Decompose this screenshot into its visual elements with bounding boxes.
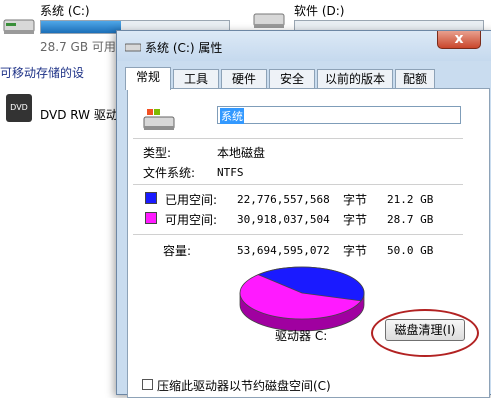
type-label: 类型: bbox=[143, 146, 172, 160]
properties-dialog: 系统 (C:) 属性 x 常规 工具 硬件 安全 以前的版本 配额 系统 类型:… bbox=[116, 30, 491, 398]
divider bbox=[133, 138, 463, 139]
drive-d-item[interactable]: 软件 (D:) bbox=[250, 0, 491, 34]
capacity-label: 容量: bbox=[163, 244, 192, 258]
tab-quota[interactable]: 配额 bbox=[395, 69, 435, 89]
drive-d-name: 软件 (D:) bbox=[294, 4, 345, 18]
compress-checkbox[interactable] bbox=[142, 379, 153, 390]
dvd-drive-icon: DVD bbox=[6, 94, 32, 122]
free-space-unit: 字节 bbox=[343, 213, 368, 227]
highlight-annotation bbox=[371, 309, 479, 357]
filesystem-value: NTFS bbox=[217, 166, 244, 179]
volume-name-input[interactable]: 系统 bbox=[217, 106, 461, 124]
tab-tools[interactable]: 工具 bbox=[173, 69, 219, 89]
drive-c-usage-fill bbox=[41, 21, 121, 33]
used-space-unit: 字节 bbox=[343, 193, 368, 207]
compress-checkbox-label: 压缩此驱动器以节约磁盘空间(C) bbox=[157, 379, 331, 393]
used-space-label: 已用空间: bbox=[165, 193, 218, 207]
drive-letter-label: 驱动器 C: bbox=[275, 329, 328, 343]
close-button[interactable]: x bbox=[437, 31, 481, 49]
dvd-drive-label: DVD RW 驱动 bbox=[40, 108, 118, 122]
drive-c-name: 系统 (C:) bbox=[40, 4, 90, 18]
volume-name-value: 系统 bbox=[220, 108, 244, 124]
used-space-size: 21.2 GB bbox=[387, 193, 434, 206]
filesystem-label: 文件系统: bbox=[143, 166, 196, 180]
tab-previous-versions[interactable]: 以前的版本 bbox=[317, 69, 393, 89]
free-space-size: 28.7 GB bbox=[387, 213, 434, 226]
tab-security[interactable]: 安全 bbox=[269, 69, 315, 89]
divider bbox=[133, 234, 463, 235]
free-space-bytes: 30,918,037,504 bbox=[237, 213, 330, 226]
dvd-icon-text: DVD bbox=[10, 103, 28, 112]
tab-general[interactable]: 常规 bbox=[125, 67, 171, 90]
drive-large-icon bbox=[143, 109, 175, 130]
drive-icon bbox=[125, 43, 141, 52]
capacity-unit: 字节 bbox=[343, 244, 368, 258]
used-space-swatch bbox=[145, 192, 157, 204]
tab-hardware[interactable]: 硬件 bbox=[221, 69, 267, 89]
hard-drive-icon bbox=[3, 19, 35, 34]
capacity-size: 50.0 GB bbox=[387, 244, 434, 257]
free-space-swatch bbox=[145, 212, 157, 224]
type-value: 本地磁盘 bbox=[217, 146, 266, 160]
removable-section-heading: 可移动存储的设 bbox=[0, 66, 85, 80]
drive-c-free-text: 28.7 GB 可用 bbox=[40, 40, 116, 54]
dvd-drive-item[interactable]: DVD DVD RW 驱动 bbox=[0, 90, 118, 130]
close-icon: x bbox=[454, 31, 464, 47]
free-space-label: 可用空间: bbox=[165, 213, 218, 227]
dialog-title: 系统 (C:) 属性 bbox=[145, 41, 223, 55]
divider bbox=[133, 184, 463, 185]
capacity-bytes: 53,694,595,072 bbox=[237, 244, 330, 257]
used-space-bytes: 22,776,557,568 bbox=[237, 193, 330, 206]
dialog-titlebar[interactable]: 系统 (C:) 属性 x bbox=[117, 31, 491, 61]
